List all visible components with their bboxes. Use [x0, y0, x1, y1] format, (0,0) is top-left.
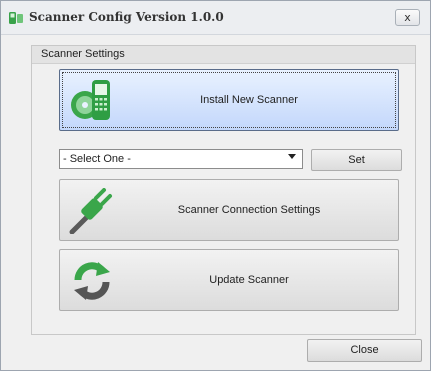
dropdown-selected-value: - Select One -: [63, 153, 131, 165]
title-bar: Scanner Config Version 1.0.0 x: [1, 1, 430, 35]
set-button[interactable]: Set: [311, 149, 402, 171]
update-scanner-label: Update Scanner: [209, 274, 289, 286]
update-scanner-button[interactable]: Update Scanner: [59, 249, 399, 311]
install-new-scanner-button[interactable]: Install New Scanner: [59, 69, 399, 131]
scanner-connection-settings-button[interactable]: Scanner Connection Settings: [59, 179, 399, 241]
chevron-down-icon: [288, 154, 296, 159]
scanner-connection-settings-label: Scanner Connection Settings: [177, 204, 321, 216]
group-label: Scanner Settings: [41, 48, 125, 60]
close-button[interactable]: Close: [307, 339, 422, 362]
group-header: Scanner Settings: [32, 46, 415, 64]
scanner-device-icon: [9, 12, 23, 24]
scanner-select-dropdown[interactable]: - Select One -: [59, 149, 303, 169]
install-new-scanner-label: Install New Scanner: [200, 94, 298, 106]
window-title: Scanner Config Version 1.0.0: [29, 10, 224, 24]
scanner-config-window: Scanner Config Version 1.0.0 x Scanner S…: [0, 0, 431, 371]
close-window-button[interactable]: x: [395, 9, 420, 26]
